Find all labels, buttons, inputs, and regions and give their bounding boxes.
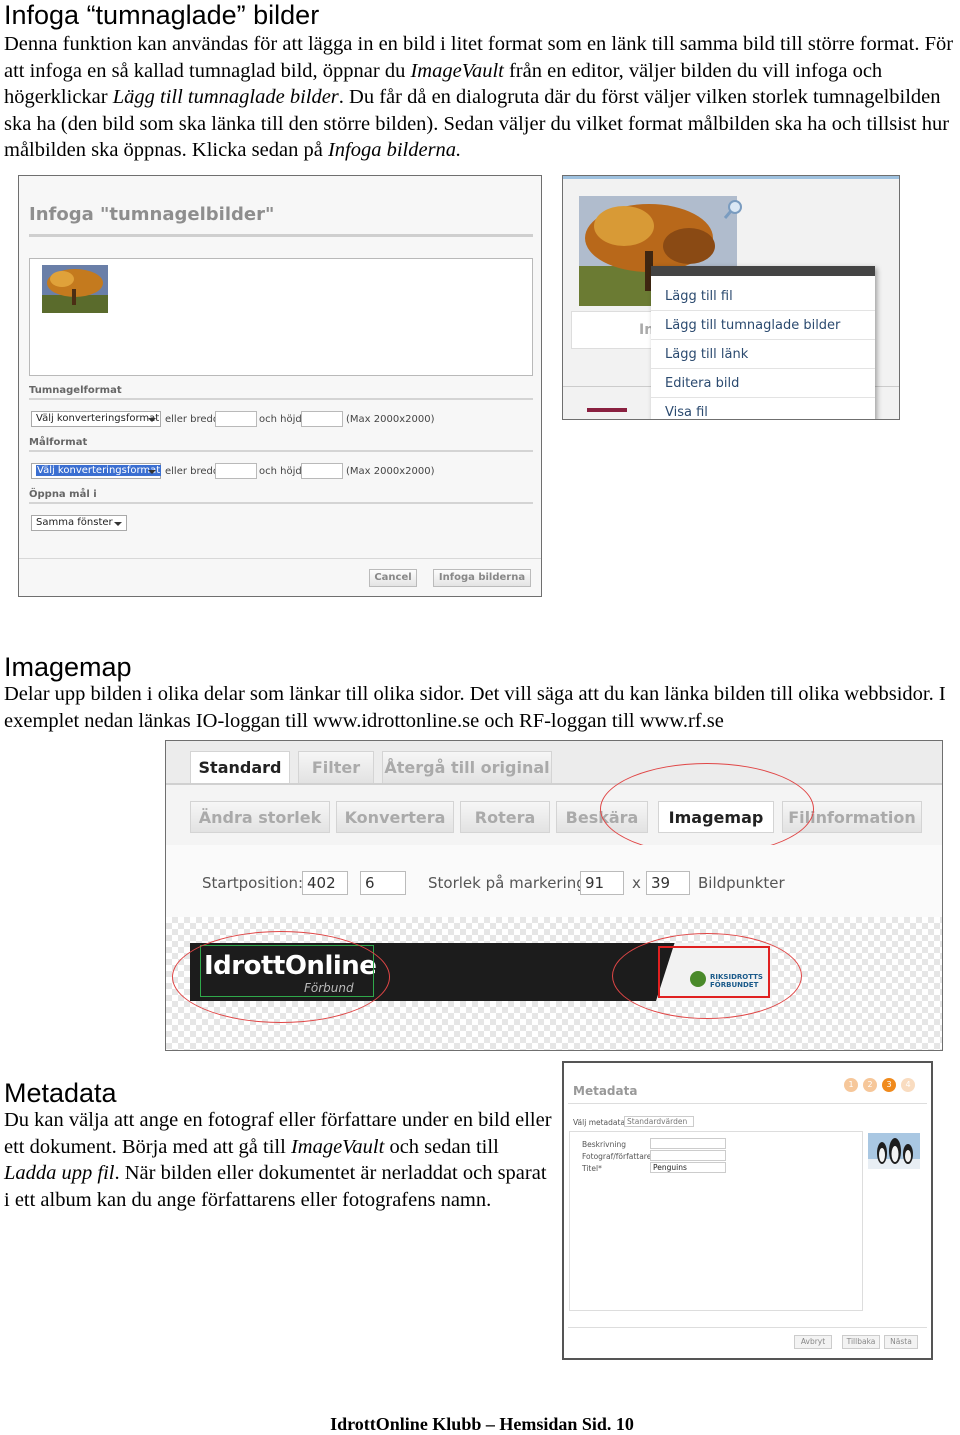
menu-item-show-file[interactable]: Visa fil bbox=[651, 398, 875, 419]
heading-imagemap: Imagemap bbox=[4, 652, 132, 682]
imagemap-screenshot: Standard Filter Återgå till original Änd… bbox=[165, 740, 943, 1051]
insert-images-button[interactable]: Infoga bilderna bbox=[433, 569, 531, 587]
menu-item-add-thumbnails[interactable]: Lägg till tumnaglade bilder bbox=[651, 311, 875, 340]
selection-size-label: Storlek på markering: bbox=[428, 874, 591, 892]
autumn-tree-thumbnail[interactable] bbox=[42, 265, 108, 313]
description-label: Beskrivning bbox=[582, 1140, 626, 1149]
choose-metadata-label: Välj metadata: bbox=[573, 1118, 628, 1127]
preview-area bbox=[29, 258, 533, 376]
metadata-title: Metadata bbox=[573, 1084, 638, 1098]
divider bbox=[29, 398, 533, 400]
target-format-label: Målformat bbox=[29, 437, 88, 448]
top-bar bbox=[563, 176, 899, 179]
paragraph-imagemap: Delar upp bilden i olika delar som länka… bbox=[4, 683, 946, 732]
chevron-down-icon bbox=[114, 522, 122, 526]
highlight-ellipse bbox=[612, 933, 802, 1019]
metadata-screenshot: Metadata 1 2 3 4 Välj metadata: Standard… bbox=[562, 1061, 933, 1360]
paragraph-thumbnails: Denna funktion kan användas för att lägg… bbox=[4, 33, 954, 161]
divider bbox=[29, 450, 533, 452]
target-format-select[interactable]: Välj konverteringsformat bbox=[31, 463, 162, 479]
cancel-button[interactable]: Cancel bbox=[369, 569, 417, 587]
max-size-label: (Max 2000x2000) bbox=[346, 414, 435, 425]
menu-item-add-file[interactable]: Lägg till fil bbox=[651, 282, 875, 311]
open-target-select[interactable]: Samma fönster bbox=[31, 515, 127, 531]
title-label: Titel* bbox=[582, 1164, 602, 1173]
start-x-input[interactable]: 402 bbox=[302, 871, 348, 895]
thumb-format-label: Tumnagelformat bbox=[29, 385, 122, 396]
or-width-label: eller bredd bbox=[165, 414, 220, 425]
tool-rotate[interactable]: Rotera bbox=[460, 801, 550, 833]
tool-convert[interactable]: Konvertera bbox=[336, 801, 454, 833]
times-label: x bbox=[632, 874, 641, 892]
cancel-button[interactable]: Avbryt bbox=[794, 1335, 832, 1349]
step-3-active: 3 bbox=[882, 1078, 896, 1092]
menu-header bbox=[651, 266, 875, 276]
step-2: 2 bbox=[863, 1078, 877, 1092]
context-menu: Lägg till fil Lägg till tumnaglade bilde… bbox=[651, 266, 875, 419]
unit-label: Bildpunkter bbox=[698, 874, 785, 892]
tab-reset-original[interactable]: Återgå till original bbox=[382, 751, 552, 783]
photographer-label: Fotograf/författare bbox=[582, 1152, 652, 1161]
thumb-height-input[interactable] bbox=[301, 411, 343, 427]
size-height-input[interactable]: 39 bbox=[646, 871, 690, 895]
divider bbox=[29, 234, 533, 237]
target-width-input[interactable] bbox=[215, 463, 257, 479]
menu-item-add-link[interactable]: Lägg till länk bbox=[651, 340, 875, 369]
size-width-input[interactable]: 91 bbox=[580, 871, 624, 895]
photographer-input[interactable] bbox=[650, 1150, 726, 1161]
target-height-input[interactable] bbox=[301, 463, 343, 479]
thumbnail-dialog-screenshot: Infoga "tumnagelbilder" Tumnagelformat V… bbox=[18, 175, 542, 597]
penguins-thumbnail[interactable] bbox=[868, 1133, 920, 1169]
context-menu-screenshot: In Lägg till fil Lägg till tumnaglade bi… bbox=[562, 175, 900, 420]
divider bbox=[568, 1327, 927, 1328]
start-position-label: Startposition: bbox=[202, 874, 304, 892]
tool-resize[interactable]: Ändra storlek bbox=[190, 801, 330, 833]
page-footer: IdrottOnline Klubb – Hemsidan Sid. 10 bbox=[330, 1414, 634, 1434]
background-bar bbox=[587, 408, 627, 412]
tab-standard[interactable]: Standard bbox=[190, 751, 290, 783]
back-button[interactable]: Tillbaka bbox=[842, 1335, 880, 1349]
max-size-label: (Max 2000x2000) bbox=[346, 466, 435, 477]
thumb-format-select[interactable]: Välj konverteringsformat bbox=[31, 411, 161, 427]
menu-item-edit-image[interactable]: Editera bild bbox=[651, 369, 875, 398]
description-input[interactable] bbox=[650, 1138, 726, 1149]
next-button[interactable]: Nästa bbox=[884, 1335, 918, 1349]
chevron-down-icon bbox=[148, 470, 156, 474]
divider bbox=[29, 502, 533, 504]
step-4: 4 bbox=[901, 1078, 915, 1092]
or-width-label: eller bredd bbox=[165, 466, 220, 477]
tab-filter[interactable]: Filter bbox=[298, 751, 374, 783]
zoom-icon[interactable] bbox=[723, 198, 745, 220]
title-input[interactable]: Penguins bbox=[650, 1162, 726, 1173]
highlight-ellipse bbox=[172, 931, 390, 1023]
dialog-title: Infoga "tumnagelbilder" bbox=[29, 204, 275, 225]
heading-metadata: Metadata bbox=[4, 1078, 117, 1108]
start-y-input[interactable]: 6 bbox=[360, 871, 406, 895]
divider bbox=[568, 1103, 927, 1104]
heading-thumbnails: Infoga “tumnaglade” bilder bbox=[4, 0, 320, 30]
paragraph-metadata: Du kan välja att ange en fotograf eller … bbox=[4, 1109, 552, 1211]
open-target-label: Öppna mål i bbox=[29, 489, 97, 500]
step-1: 1 bbox=[844, 1078, 858, 1092]
and-height-label: och höjd bbox=[259, 414, 302, 425]
chevron-down-icon bbox=[148, 418, 156, 422]
and-height-label: och höjd bbox=[259, 466, 302, 477]
divider bbox=[19, 558, 541, 559]
metadata-preset-select[interactable]: Standardvärden bbox=[624, 1116, 694, 1127]
thumb-width-input[interactable] bbox=[215, 411, 257, 427]
highlight-ellipse bbox=[600, 763, 814, 855]
